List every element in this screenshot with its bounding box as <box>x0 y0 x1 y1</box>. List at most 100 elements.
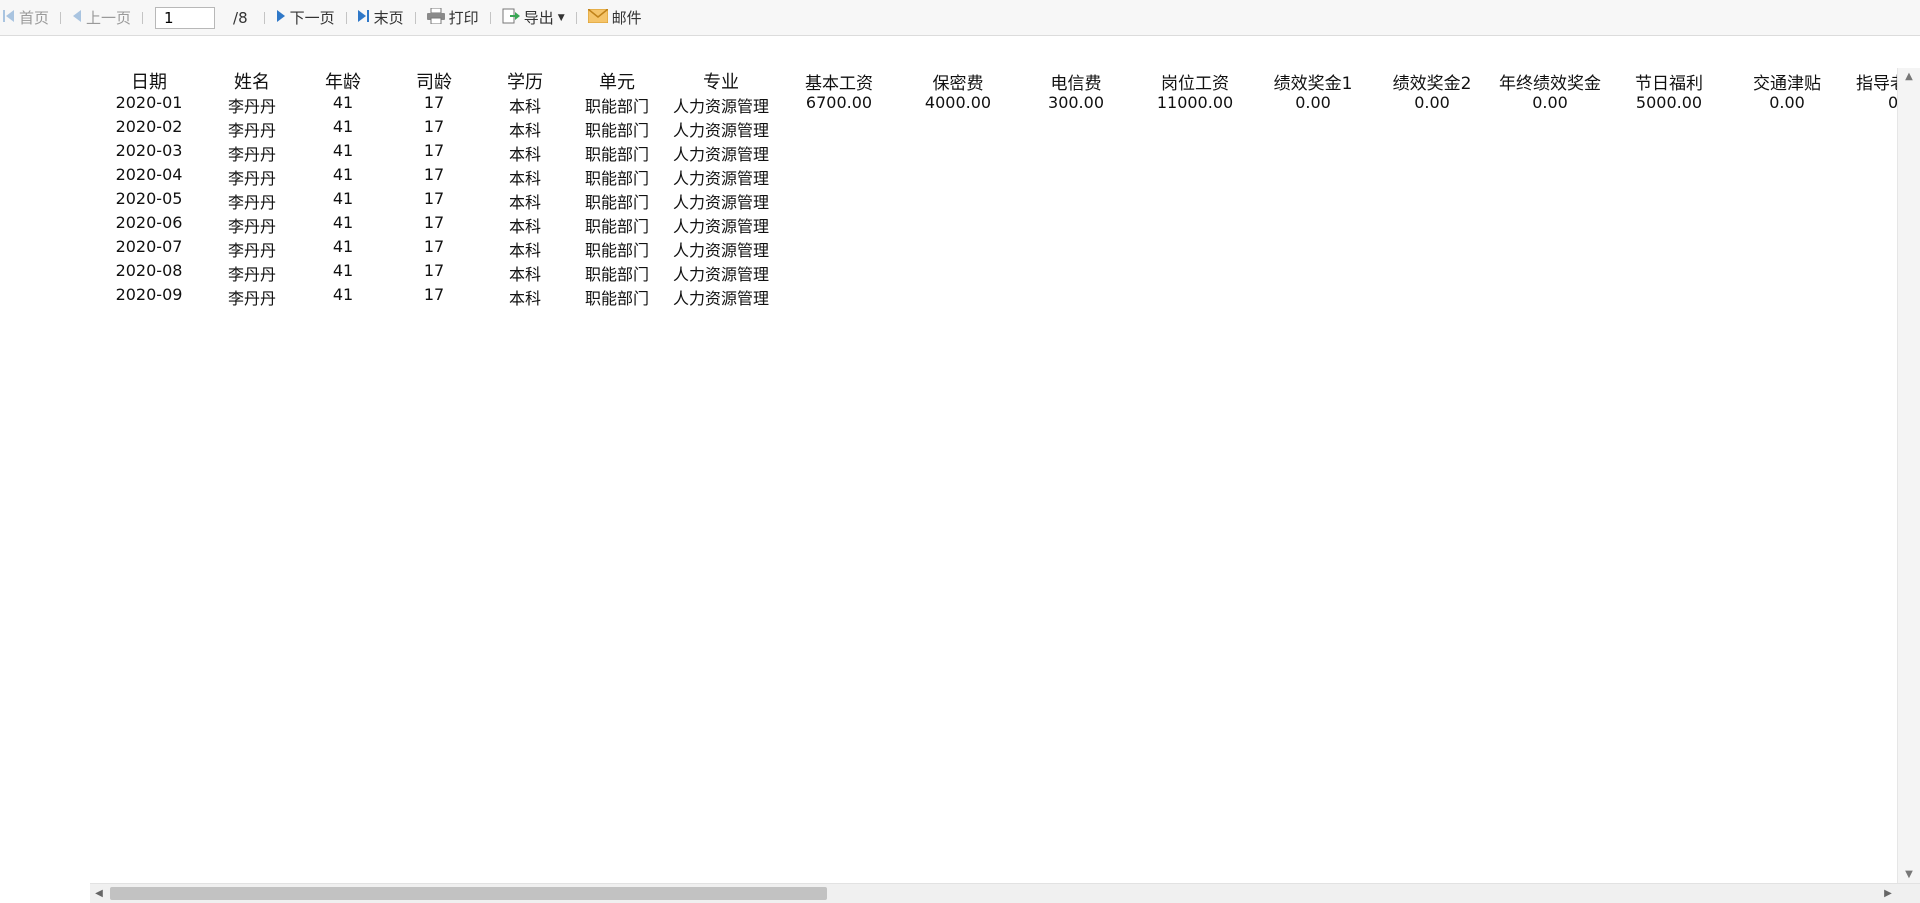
table-cell: 41 <box>332 117 354 136</box>
table-cell: 41 <box>332 237 354 256</box>
scroll-right-icon[interactable]: ▶ <box>1879 884 1897 903</box>
next-page-label: 下一页 <box>289 9 335 27</box>
table-cell: 4000.00 <box>924 93 992 112</box>
scroll-left-icon[interactable]: ◀ <box>90 884 108 903</box>
table-cell: 职能部门 <box>584 97 650 116</box>
table-cell: 5000.00 <box>1635 93 1703 112</box>
column-header: 节日福利 <box>1635 74 1703 94</box>
table-cell: 职能部门 <box>584 169 650 188</box>
table-cell: 人力资源管理 <box>672 169 770 188</box>
table-cell: 本科 <box>508 241 542 260</box>
table-cell: 0 <box>1888 93 1897 112</box>
table-cell: 本科 <box>508 121 542 140</box>
toolbar-divider <box>60 11 62 24</box>
table-cell: 2020-03 <box>115 141 183 160</box>
table-cell: 李丹丹 <box>227 97 277 116</box>
column-header: 单元 <box>599 72 635 93</box>
table-cell: 17 <box>423 93 445 112</box>
table-cell: 11000.00 <box>1156 93 1234 112</box>
table-cell: 本科 <box>508 145 542 164</box>
next-page-button[interactable]: 下一页 <box>273 6 338 30</box>
column-header: 交通津贴 <box>1753 74 1821 94</box>
table-cell: 17 <box>423 213 445 232</box>
last-page-label: 末页 <box>373 9 404 27</box>
scroll-down-icon[interactable]: ▼ <box>1898 866 1920 883</box>
table-cell: 人力资源管理 <box>672 193 770 212</box>
next-page-icon <box>276 9 286 27</box>
table-cell: 人力资源管理 <box>672 121 770 140</box>
report-table: 日期 姓名 年龄 司龄 学历 单元 专业 基本工资 保密费 电信费 岗位工资 绩效奖金1 绩效奖金2 年终… <box>0 36 1897 884</box>
table-cell: 2020-06 <box>115 213 183 232</box>
table-cell: 李丹丹 <box>227 241 277 260</box>
table-cell: 李丹丹 <box>227 265 277 284</box>
export-label: 导出 <box>523 9 554 27</box>
table-cell: 人力资源管理 <box>672 265 770 284</box>
toolbar-divider <box>263 11 265 24</box>
first-page-button[interactable]: 首页 <box>0 6 52 30</box>
table-cell: 41 <box>332 213 354 232</box>
chevron-down-icon: ▼ <box>557 12 565 23</box>
table-cell: 41 <box>332 141 354 160</box>
table-cell: 2020-05 <box>115 189 183 208</box>
table-cell: 李丹丹 <box>227 121 277 140</box>
last-page-button[interactable]: 末页 <box>355 6 407 30</box>
export-button[interactable]: 导出 ▼ <box>499 6 568 30</box>
last-page-icon <box>357 9 370 27</box>
scroll-up-icon[interactable]: ▲ <box>1898 68 1920 85</box>
prev-page-icon <box>72 9 82 27</box>
table-cell: 2020-09 <box>115 285 183 304</box>
vertical-scrollbar[interactable]: ▲ ▼ <box>1897 68 1920 883</box>
toolbar-divider <box>345 11 347 24</box>
mail-button[interactable]: 邮件 <box>585 6 645 30</box>
table-cell: 本科 <box>508 217 542 236</box>
table-cell: 2020-07 <box>115 237 183 256</box>
table-cell: 17 <box>423 285 445 304</box>
table-cell: 0.00 <box>1769 93 1805 112</box>
table-cell: 41 <box>332 189 354 208</box>
mail-label: 邮件 <box>611 9 642 27</box>
print-button[interactable]: 打印 <box>424 6 482 30</box>
table-cell: 人力资源管理 <box>672 97 770 116</box>
table-cell: 2020-02 <box>115 117 183 136</box>
page-number-input[interactable] <box>155 6 216 29</box>
first-page-icon <box>3 9 15 27</box>
column-header: 日期 <box>131 72 167 93</box>
table-cell: 0.00 <box>1295 93 1331 112</box>
table-cell: 本科 <box>508 193 542 212</box>
table-cell: 职能部门 <box>584 241 650 260</box>
table-cell: 6700.00 <box>805 93 873 112</box>
column-header: 绩效奖金1 <box>1273 74 1353 94</box>
table-cell: 职能部门 <box>584 193 650 212</box>
table-cell: 17 <box>423 237 445 256</box>
column-header: 电信费 <box>1050 74 1102 94</box>
horizontal-scroll-thumb[interactable] <box>110 887 827 900</box>
prev-page-label: 上一页 <box>86 9 132 27</box>
table-cell: 职能部门 <box>584 217 650 236</box>
toolbar-divider <box>414 11 416 24</box>
export-icon <box>502 7 520 29</box>
table-cell: 17 <box>423 261 445 280</box>
table-cell: 李丹丹 <box>227 217 277 236</box>
table-cell: 本科 <box>508 265 542 284</box>
column-header: 指导老 <box>1856 74 1897 94</box>
scrollbar-corner <box>1897 883 1920 903</box>
toolbar-divider <box>575 11 577 24</box>
page-total-label: /8 <box>233 8 248 27</box>
prev-page-button[interactable]: 上一页 <box>69 6 134 30</box>
column-header: 年终绩效奖金 <box>1499 74 1601 94</box>
mail-icon <box>587 7 609 27</box>
table-cell: 本科 <box>508 97 542 116</box>
toolbar-divider <box>142 11 144 24</box>
table-cell: 职能部门 <box>584 289 650 308</box>
column-header: 司龄 <box>416 72 452 93</box>
table-cell: 人力资源管理 <box>672 289 770 308</box>
column-header: 绩效奖金2 <box>1392 74 1472 94</box>
horizontal-scrollbar[interactable]: ◀ ▶ <box>90 883 1897 903</box>
printer-icon <box>426 7 445 28</box>
table-cell: 300.00 <box>1048 93 1104 112</box>
table-cell: 人力资源管理 <box>672 145 770 164</box>
table-cell: 17 <box>423 165 445 184</box>
first-page-label: 首页 <box>19 9 50 27</box>
table-cell: 李丹丹 <box>227 169 277 188</box>
table-cell: 2020-08 <box>115 261 183 280</box>
